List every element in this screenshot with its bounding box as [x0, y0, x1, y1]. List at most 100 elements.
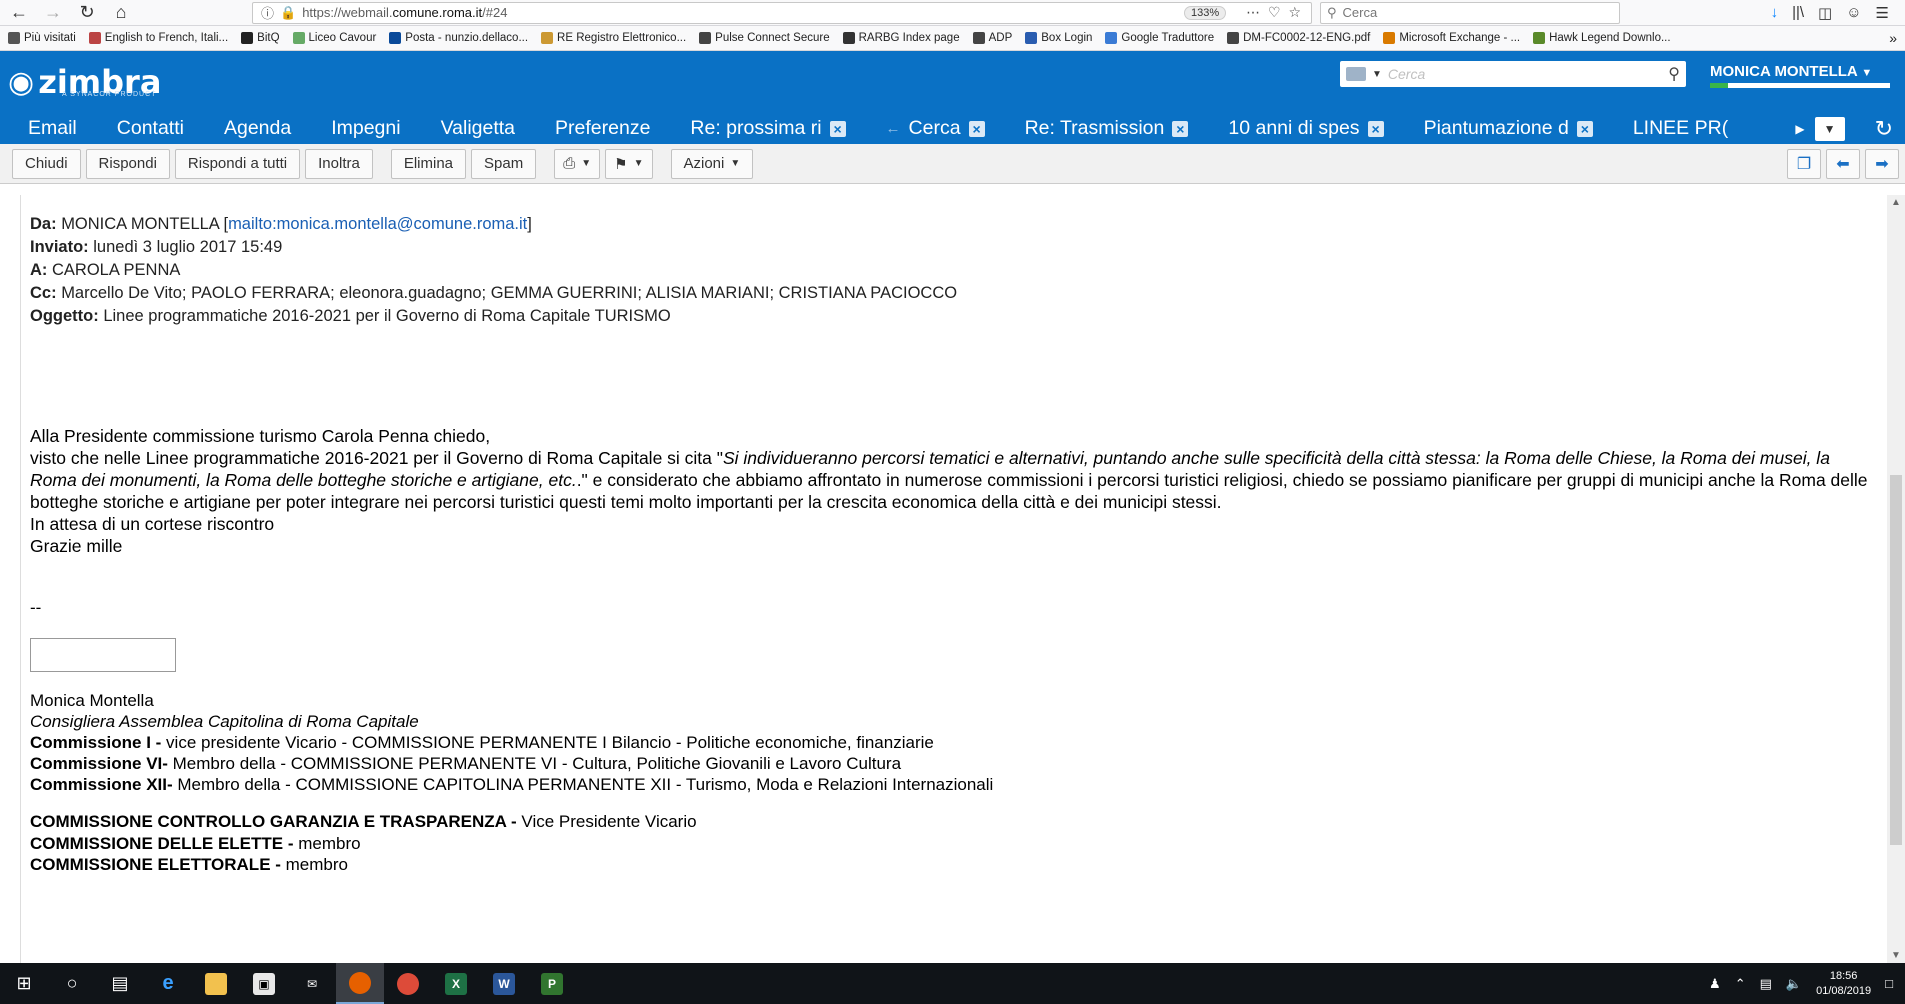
- forward-button[interactable]: Inoltra: [305, 148, 373, 179]
- forward-icon[interactable]: →: [40, 2, 66, 24]
- bookmark-item[interactable]: Hawk Legend Downlo...: [1533, 32, 1671, 44]
- reload-icon[interactable]: ↻: [74, 2, 100, 24]
- firefox-icon[interactable]: [336, 963, 384, 1004]
- user-menu[interactable]: MONICA MONTELLA ▼: [1710, 63, 1872, 80]
- tab-list-dropdown[interactable]: ▼: [1814, 116, 1845, 141]
- search-icon[interactable]: ⚲: [1668, 64, 1680, 84]
- tab-preferenze[interactable]: Preferenze: [555, 117, 650, 140]
- tab-scroll-right-icon[interactable]: ▶: [1795, 122, 1804, 136]
- document-tab[interactable]: 10 anni di spes ×: [1228, 117, 1384, 140]
- next-message-button[interactable]: ➡: [1865, 149, 1899, 179]
- spam-button[interactable]: Spam: [471, 148, 537, 179]
- search-tab-icon: ←: [885, 120, 901, 137]
- bookmark-item[interactable]: BitQ: [241, 32, 280, 44]
- scroll-up-icon[interactable]: ▲: [1891, 197, 1901, 208]
- home-icon[interactable]: ⌂: [108, 2, 134, 24]
- windows-taskbar: ⊞ ○ ▤ e ▣ ✉ X W P ♟ ⌃ ▤ 🔈 18:56 01/08/20…: [0, 963, 1905, 1004]
- bookmarks-overflow-icon[interactable]: »: [1889, 30, 1897, 46]
- info-icon[interactable]: ⓘ: [261, 3, 274, 22]
- bookmark-item[interactable]: Box Login: [1025, 32, 1092, 44]
- detach-button[interactable]: ❐: [1787, 149, 1821, 179]
- tab-impegni[interactable]: Impegni: [331, 117, 400, 140]
- bookmark-item[interactable]: ADP: [972, 32, 1012, 44]
- download-icon[interactable]: ↓: [1771, 4, 1779, 22]
- account-icon[interactable]: ☺: [1846, 4, 1861, 22]
- mail-icon[interactable]: ✉: [288, 963, 336, 1004]
- people-icon[interactable]: ♟: [1709, 976, 1721, 992]
- page-actions-icon[interactable]: ⋯ ♡ ☆: [1246, 4, 1303, 21]
- bookmark-item[interactable]: Pulse Connect Secure: [699, 32, 830, 44]
- reply-button[interactable]: Rispondi: [85, 148, 170, 179]
- show-hidden-icons-icon[interactable]: ⌃: [1735, 976, 1746, 992]
- notifications-icon[interactable]: □: [1885, 976, 1893, 991]
- cortana-search-icon[interactable]: ○: [48, 963, 96, 1004]
- bookmark-item[interactable]: Posta - nunzio.dellaco...: [389, 32, 528, 44]
- bookmark-item[interactable]: Microsoft Exchange - ...: [1383, 32, 1520, 44]
- bookmark-item[interactable]: DM-FC0002-12-ENG.pdf: [1227, 32, 1370, 44]
- network-icon[interactable]: ▤: [1760, 976, 1772, 992]
- tab-contatti[interactable]: Contatti: [117, 117, 184, 140]
- library-icon[interactable]: ||\: [1792, 4, 1804, 22]
- bookmark-item[interactable]: English to French, Itali...: [88, 32, 228, 44]
- word-icon[interactable]: W: [480, 963, 528, 1004]
- zimbra-search-input[interactable]: ▼ Cerca ⚲: [1340, 61, 1686, 87]
- tag-button[interactable]: ⚑ ▼: [605, 148, 653, 179]
- volume-icon[interactable]: 🔈: [1786, 976, 1802, 992]
- body-line: In attesa di un cortese riscontro: [30, 514, 275, 534]
- project-icon[interactable]: P: [528, 963, 576, 1004]
- close-tab-icon[interactable]: ×: [1172, 120, 1189, 137]
- bookmark-item[interactable]: RE Registro Elettronico...: [541, 32, 686, 44]
- document-tab[interactable]: Re: prossima ri ×: [690, 117, 846, 140]
- start-icon[interactable]: ⊞: [0, 963, 48, 1004]
- zoom-indicator[interactable]: 133%: [1183, 5, 1227, 20]
- clock[interactable]: 18:56 01/08/2019: [1816, 969, 1871, 999]
- document-tab[interactable]: ← Cerca ×: [886, 117, 985, 140]
- document-tab[interactable]: Piantumazione d ×: [1424, 117, 1593, 140]
- lock-icon: 🔒: [280, 4, 297, 20]
- reply-all-button[interactable]: Rispondi a tutti: [174, 148, 301, 179]
- chrome-icon[interactable]: [384, 963, 432, 1004]
- bookmark-item[interactable]: RARBG Index page: [842, 32, 960, 44]
- print-button[interactable]: ⎙ ▼: [554, 148, 601, 179]
- cc-line: Cc: Marcello De Vito; PAOLO FERRARA; ele…: [30, 284, 958, 302]
- document-tab[interactable]: Re: Trasmission ×: [1025, 117, 1189, 140]
- document-tab[interactable]: LINEE PR(: [1633, 117, 1728, 140]
- close-tab-icon[interactable]: ×: [1576, 120, 1593, 137]
- signature-separator: --: [30, 598, 42, 617]
- browser-toolbar-icons: ↓ ||\ ◫ ☺ ☰: [1771, 4, 1899, 22]
- actions-button[interactable]: Azioni ▼: [670, 148, 754, 179]
- chevron-down-icon[interactable]: ▼: [1372, 69, 1382, 80]
- bookmark-item[interactable]: Liceo Cavour: [292, 32, 376, 44]
- file-explorer-icon[interactable]: [192, 963, 240, 1004]
- bookmark-item[interactable]: Google Traduttore: [1105, 32, 1214, 44]
- scrollbar-thumb[interactable]: [1890, 475, 1902, 845]
- search-icon: ⚲: [1327, 4, 1337, 20]
- close-tab-icon[interactable]: ×: [829, 120, 846, 137]
- excel-icon[interactable]: X: [432, 963, 480, 1004]
- back-icon[interactable]: ←: [6, 2, 32, 24]
- scrollbar[interactable]: ▲ ▼: [1887, 195, 1905, 963]
- delete-button[interactable]: Elimina: [390, 148, 467, 179]
- close-button[interactable]: Chiudi: [12, 148, 81, 179]
- sent-line: Inviato: lunedì 3 luglio 2017 15:49: [30, 238, 283, 256]
- tab-agenda[interactable]: Agenda: [224, 117, 291, 140]
- close-tab-icon[interactable]: ×: [968, 120, 985, 137]
- tab-email[interactable]: Email: [28, 117, 77, 140]
- from-email-link[interactable]: mailto:monica.montella@comune.roma.it: [228, 215, 527, 233]
- refresh-icon[interactable]: ↻: [1875, 116, 1893, 142]
- close-tab-icon[interactable]: ×: [1367, 120, 1384, 137]
- edge-icon[interactable]: e: [144, 963, 192, 1004]
- chevron-down-icon: ▼: [581, 158, 592, 169]
- mail-icon[interactable]: [1346, 67, 1366, 81]
- bookmark-icon: [1383, 32, 1396, 44]
- store-icon[interactable]: ▣: [240, 963, 288, 1004]
- address-bar[interactable]: ⓘ 🔒 https://webmail.comune.roma.it/#24 1…: [252, 1, 1312, 24]
- bookmark-item[interactable]: Più visitati: [8, 32, 76, 44]
- scroll-down-icon[interactable]: ▼: [1891, 950, 1901, 961]
- previous-message-button[interactable]: ⬅: [1826, 149, 1860, 179]
- browser-search-input[interactable]: ⚲ Cerca: [1320, 1, 1620, 24]
- tab-valigetta[interactable]: Valigetta: [441, 117, 515, 140]
- task-view-icon[interactable]: ▤: [96, 963, 144, 1004]
- menu-icon[interactable]: ☰: [1876, 4, 1889, 22]
- sidebar-icon[interactable]: ◫: [1818, 4, 1832, 22]
